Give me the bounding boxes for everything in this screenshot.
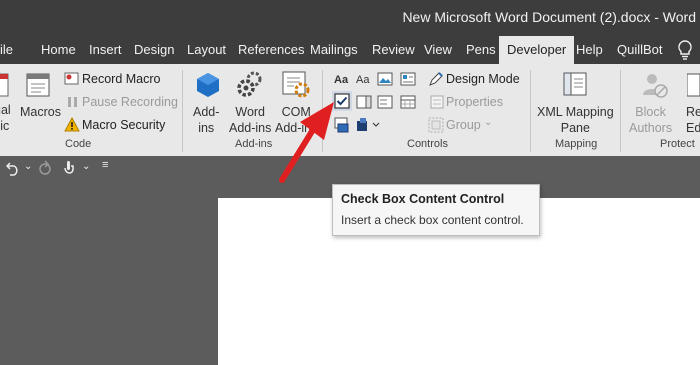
annotation-arrow-icon (279, 102, 334, 183)
lightbulb-icon[interactable] (677, 40, 693, 65)
quick-access-toolbar: ⌄ ⌄ ≡ (0, 156, 700, 184)
svg-text:Aa: Aa (356, 74, 370, 86)
tab-layout[interactable]: Layout (187, 42, 226, 57)
design-mode-button[interactable]: Design Mode (446, 72, 520, 86)
macros-button[interactable]: Macros (20, 104, 61, 120)
legacy-tools-icon[interactable] (356, 117, 380, 138)
tab-design[interactable]: Design (134, 42, 174, 57)
block-authors-button[interactable]: Block Authors (629, 104, 672, 136)
visual-basic-button[interactable]: ualsic (0, 102, 11, 134)
macro-security-button[interactable]: Macro Security (82, 118, 165, 132)
group-label-mapping: Mapping (555, 138, 598, 150)
group-label-code: Code (65, 138, 92, 150)
group-label-protect: Protect (660, 138, 695, 150)
drop-down-list-control-icon[interactable] (377, 94, 393, 115)
chevron-down-icon: ⌄ (484, 117, 493, 128)
xml-mapping-pane-icon (563, 71, 589, 102)
tab-file[interactable]: ile (0, 42, 13, 57)
word-addins-button[interactable]: Word Add-ins (229, 104, 271, 136)
title-bar: New Microsoft Word Document (2).docx - W… (0, 0, 700, 36)
macros-icon (25, 72, 53, 105)
tab-references[interactable]: References (238, 42, 304, 57)
building-block-control-icon[interactable] (400, 71, 416, 92)
block-authors-icon (641, 71, 669, 104)
restrict-editing-icon (686, 72, 700, 103)
group-separator (182, 70, 183, 152)
tooltip-description: Insert a check box content control. (341, 213, 524, 227)
tab-home[interactable]: Home (41, 42, 76, 57)
properties-button[interactable]: Properties (446, 95, 503, 109)
group-label-addins: Add-ins (235, 138, 273, 150)
group-label-controls: Controls (407, 138, 448, 150)
tab-mailings[interactable]: Mailings (310, 42, 358, 57)
tab-insert[interactable]: Insert (89, 42, 122, 57)
date-picker-control-icon[interactable] (400, 94, 416, 115)
combo-box-control-icon[interactable] (356, 94, 372, 115)
group-button[interactable]: Group (446, 118, 481, 132)
touch-mode-icon[interactable] (62, 160, 76, 179)
tab-developer[interactable]: Developer (499, 36, 575, 64)
tab-pens[interactable]: Pens (466, 42, 496, 57)
pause-icon (66, 95, 80, 114)
picture-control-icon[interactable] (377, 71, 393, 92)
tooltip-title: Check Box Content Control (341, 192, 505, 206)
design-mode-icon (428, 71, 444, 92)
redo-icon[interactable] (38, 160, 52, 179)
record-macro-button[interactable]: Record Macro (82, 72, 161, 86)
record-macro-icon (64, 71, 80, 92)
tooltip: Check Box Content Control Insert a check… (332, 184, 540, 236)
restrict-editing-button[interactable]: Re Ed (686, 104, 700, 136)
warning-icon (64, 116, 80, 138)
window-title: New Microsoft Word Document (2).docx - W… (402, 9, 696, 25)
addins-icon (196, 72, 220, 103)
word-addins-icon (236, 70, 264, 103)
undo-icon[interactable] (5, 160, 20, 179)
tab-quillbot[interactable]: QuillBot (617, 42, 663, 57)
tab-view[interactable]: View (424, 42, 452, 57)
ribbon-tab-bar: ile Home Insert Design Layout References… (0, 36, 700, 64)
tab-review[interactable]: Review (372, 42, 415, 57)
visual-basic-icon (0, 72, 10, 103)
pause-recording-button[interactable]: Pause Recording (82, 95, 178, 109)
plain-text-control-icon[interactable]: Aa (356, 71, 372, 92)
properties-icon (430, 95, 444, 114)
addins-button[interactable]: Add-ins (193, 104, 219, 136)
group-icon (428, 117, 444, 138)
group-separator (620, 70, 621, 152)
svg-text:Aa: Aa (334, 74, 349, 86)
ribbon: ualsic Macros Record Macro Pause Recordi… (0, 64, 700, 156)
customize-qat-icon[interactable]: ≡ (102, 159, 108, 171)
group-separator (530, 70, 531, 152)
tab-help[interactable]: Help (576, 42, 603, 57)
undo-dropdown-icon[interactable]: ⌄ (24, 161, 32, 172)
touch-mode-dropdown-icon[interactable]: ⌄ (82, 161, 90, 172)
xml-mapping-pane-button[interactable]: XML Mapping Pane (537, 104, 614, 136)
